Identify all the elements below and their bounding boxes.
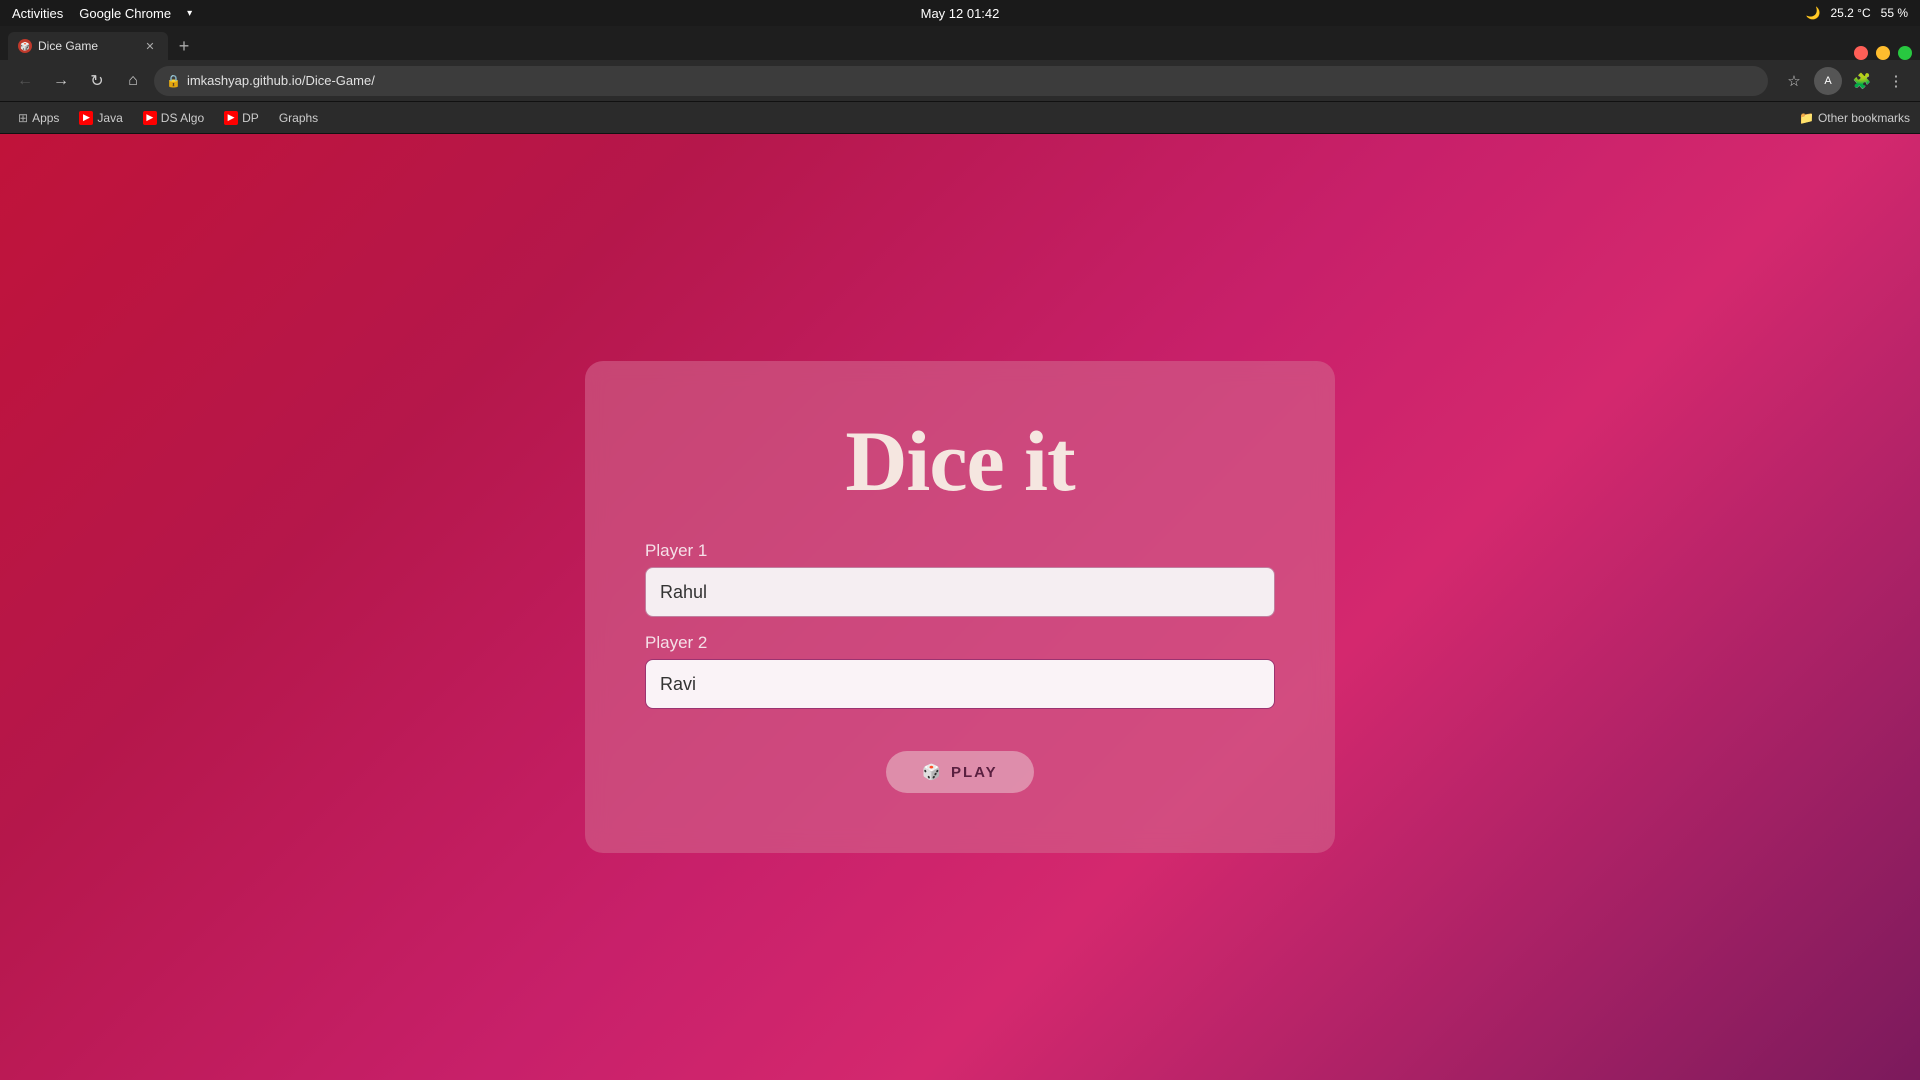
bookmarks-bar: ⊞ Apps ▶ Java ▶ DS Algo ▶ DP Graphs 📁 Ot… <box>0 102 1920 134</box>
bookmark-apps-label: Apps <box>32 111 59 125</box>
player2-input[interactable] <box>645 659 1275 709</box>
folder-icon: 📁 <box>1799 111 1814 125</box>
url-text: imkashyap.github.io/Dice-Game/ <box>187 73 375 88</box>
other-bookmarks[interactable]: 📁 Other bookmarks <box>1799 111 1910 125</box>
player1-group: Player 1 <box>645 541 1275 617</box>
window-minimize-button[interactable] <box>1876 46 1890 60</box>
reload-button[interactable]: ↻ <box>82 66 112 96</box>
bookmark-ds-algo[interactable]: ▶ DS Algo <box>135 108 212 128</box>
bookmark-dp-label: DP <box>242 111 259 125</box>
browser-tab-active[interactable]: 🎲 Dice Game ✕ <box>8 32 168 60</box>
bookmark-dp[interactable]: ▶ DP <box>216 108 267 128</box>
nav-right: ☆ A 🧩 ⋮ <box>1780 67 1910 95</box>
player1-input[interactable] <box>645 567 1275 617</box>
bookmark-graphs[interactable]: Graphs <box>271 108 326 128</box>
lock-icon: 🔒 <box>166 74 181 88</box>
player1-label: Player 1 <box>645 541 1275 561</box>
new-tab-button[interactable]: + <box>170 32 198 60</box>
bookmark-apps[interactable]: ⊞ Apps <box>10 108 67 128</box>
other-bookmarks-label: Other bookmarks <box>1818 111 1910 125</box>
play-button-label: PLAY <box>951 764 998 781</box>
apps-grid-icon: ⊞ <box>18 111 28 125</box>
tab-close-button[interactable]: ✕ <box>142 38 158 54</box>
youtube-icon-java: ▶ <box>79 111 93 125</box>
bookmark-ds-label: DS Algo <box>161 111 204 125</box>
os-topbar: Activities Google Chrome ▾ May 12 01:42 … <box>0 0 1920 26</box>
activities-label[interactable]: Activities <box>12 6 63 21</box>
battery-label: 55 % <box>1881 6 1908 20</box>
menu-button[interactable]: ⋮ <box>1882 67 1910 95</box>
browser-chrome: 🎲 Dice Game ✕ + ← → ↻ ⌂ 🔒 imkashyap.gith… <box>0 26 1920 134</box>
profile-button[interactable]: A <box>1814 67 1842 95</box>
bookmark-graphs-label: Graphs <box>279 111 318 125</box>
forward-button[interactable]: → <box>46 66 76 96</box>
player2-label: Player 2 <box>645 633 1275 653</box>
play-button[interactable]: 🎲 PLAY <box>886 751 1033 793</box>
home-button[interactable]: ⌂ <box>118 66 148 96</box>
bookmark-star-button[interactable]: ☆ <box>1780 67 1808 95</box>
extensions-button[interactable]: 🧩 <box>1848 67 1876 95</box>
game-card: Dice it Player 1 Player 2 🎲 PLAY <box>585 361 1335 853</box>
window-maximize-button[interactable] <box>1898 46 1912 60</box>
bookmark-java[interactable]: ▶ Java <box>71 108 130 128</box>
window-close-button[interactable] <box>1854 46 1868 60</box>
browser-dropdown-icon[interactable]: ▾ <box>187 8 192 19</box>
page-content: Dice it Player 1 Player 2 🎲 PLAY <box>0 134 1920 1080</box>
player2-group: Player 2 <box>645 633 1275 709</box>
bookmark-java-label: Java <box>97 111 122 125</box>
address-bar[interactable]: 🔒 imkashyap.github.io/Dice-Game/ <box>154 66 1768 96</box>
browser-name-label[interactable]: Google Chrome <box>79 6 171 21</box>
back-button[interactable]: ← <box>10 66 40 96</box>
game-title: Dice it <box>845 411 1074 511</box>
tab-favicon: 🎲 <box>18 39 32 53</box>
temperature-label: 25.2 °C <box>1830 6 1870 20</box>
dice-emoji-icon: 🎲 <box>922 763 943 781</box>
datetime-label: May 12 01:42 <box>921 6 1000 21</box>
youtube-icon-ds: ▶ <box>143 111 157 125</box>
moon-icon: 🌙 <box>1806 6 1821 20</box>
youtube-icon-dp: ▶ <box>224 111 238 125</box>
nav-bar: ← → ↻ ⌂ 🔒 imkashyap.github.io/Dice-Game/… <box>0 60 1920 102</box>
tab-bar: 🎲 Dice Game ✕ + <box>0 26 1920 60</box>
tab-title: Dice Game <box>38 39 98 53</box>
